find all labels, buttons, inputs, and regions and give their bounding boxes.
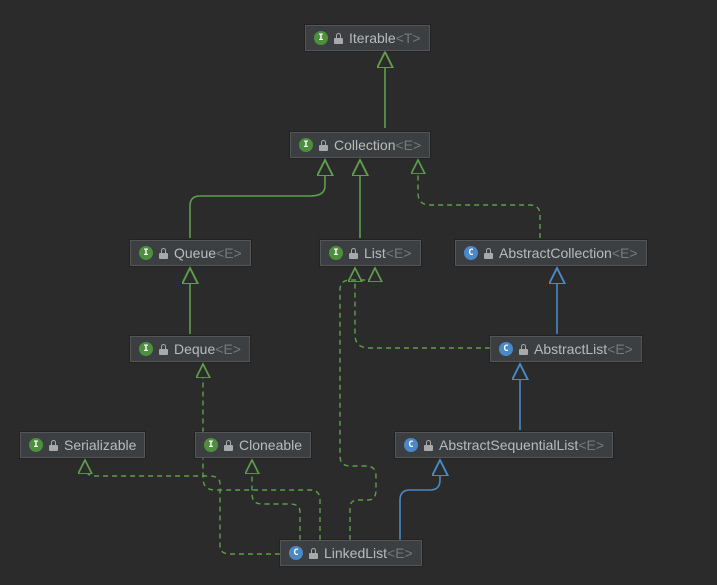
node-linkedlist[interactable]: C LinkedList<E> <box>280 540 422 566</box>
class-icon: C <box>499 342 513 356</box>
type-name: Queue<E> <box>174 245 242 261</box>
node-serializable[interactable]: I Serializable <box>20 432 145 458</box>
type-name: Deque<E> <box>174 341 241 357</box>
lock-icon <box>49 440 58 451</box>
node-abstractcollection[interactable]: C AbstractCollection<E> <box>455 240 647 266</box>
type-name: Iterable<T> <box>349 30 421 46</box>
interface-icon: I <box>139 246 153 260</box>
interface-icon: I <box>29 438 43 452</box>
lock-icon <box>309 548 318 559</box>
node-iterable[interactable]: I Iterable<T> <box>305 25 430 51</box>
lock-icon <box>224 440 233 451</box>
class-diagram-canvas: I Iterable<T> I Collection<E> I Queue<E> I L… <box>0 0 717 585</box>
class-icon: C <box>289 546 303 560</box>
type-name: AbstractSequentialList<E> <box>439 437 604 453</box>
lock-icon <box>519 344 528 355</box>
diagram-edges <box>0 0 717 585</box>
node-queue[interactable]: I Queue<E> <box>130 240 251 266</box>
lock-icon <box>424 440 433 451</box>
type-name: Collection<E> <box>334 137 421 153</box>
class-icon: C <box>404 438 418 452</box>
type-name: Cloneable <box>239 437 302 453</box>
node-collection[interactable]: I Collection<E> <box>290 132 430 158</box>
class-icon: C <box>464 246 478 260</box>
lock-icon <box>349 248 358 259</box>
interface-icon: I <box>329 246 343 260</box>
type-name: Serializable <box>64 437 136 453</box>
lock-icon <box>484 248 493 259</box>
type-name: AbstractCollection<E> <box>499 245 638 261</box>
lock-icon <box>319 140 328 151</box>
lock-icon <box>334 33 343 44</box>
interface-icon: I <box>204 438 218 452</box>
interface-icon: I <box>314 31 328 45</box>
interface-icon: I <box>139 342 153 356</box>
type-name: LinkedList<E> <box>324 545 413 561</box>
node-list[interactable]: I List<E> <box>320 240 421 266</box>
node-abstractlist[interactable]: C AbstractList<E> <box>490 336 642 362</box>
lock-icon <box>159 248 168 259</box>
node-deque[interactable]: I Deque<E> <box>130 336 250 362</box>
node-cloneable[interactable]: I Cloneable <box>195 432 311 458</box>
type-name: AbstractList<E> <box>534 341 633 357</box>
node-abstractsequentiallist[interactable]: C AbstractSequentialList<E> <box>395 432 613 458</box>
interface-icon: I <box>299 138 313 152</box>
type-name: List<E> <box>364 245 412 261</box>
lock-icon <box>159 344 168 355</box>
